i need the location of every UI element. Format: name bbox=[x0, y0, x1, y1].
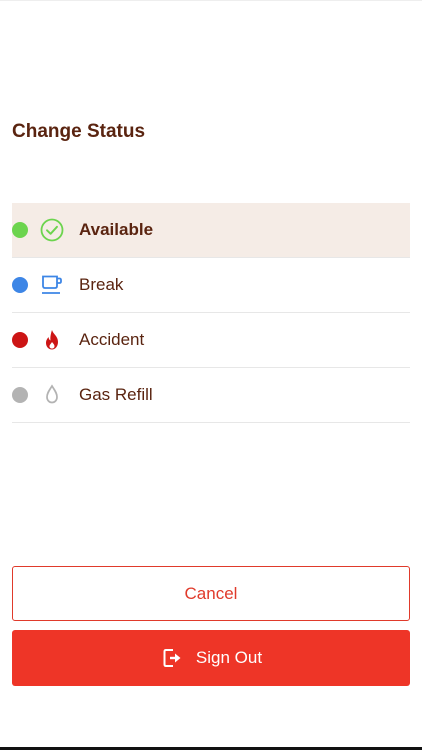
status-dot bbox=[12, 332, 28, 348]
sign-out-icon bbox=[160, 646, 184, 670]
top-divider bbox=[0, 0, 422, 1]
status-item-available[interactable]: Available bbox=[12, 203, 410, 258]
sign-out-button-label: Sign Out bbox=[195, 648, 263, 667]
status-list: Available Break Accident Gas Refill bbox=[12, 203, 410, 423]
sign-out-button[interactable]: Sign Out bbox=[12, 630, 410, 686]
status-item-break[interactable]: Break bbox=[12, 258, 410, 313]
status-item-gas-refill[interactable]: Gas Refill bbox=[12, 368, 410, 423]
check-circle-icon bbox=[40, 218, 64, 242]
status-item-accident[interactable]: Accident bbox=[12, 313, 410, 368]
status-label: Available bbox=[79, 220, 154, 239]
status-dot bbox=[12, 277, 28, 293]
coffee-cup-icon bbox=[40, 273, 64, 297]
drop-icon bbox=[40, 383, 64, 407]
status-screen: Change Status Available Break Accident G… bbox=[0, 0, 422, 750]
cancel-button[interactable]: Cancel bbox=[12, 566, 410, 621]
status-dot bbox=[12, 222, 28, 238]
flame-icon bbox=[40, 328, 64, 352]
status-dot bbox=[12, 387, 28, 403]
status-label: Accident bbox=[79, 330, 145, 349]
page-title: Change Status bbox=[12, 121, 146, 142]
status-label: Break bbox=[79, 275, 124, 294]
status-label: Gas Refill bbox=[79, 385, 153, 404]
cancel-button-label: Cancel bbox=[184, 583, 238, 603]
